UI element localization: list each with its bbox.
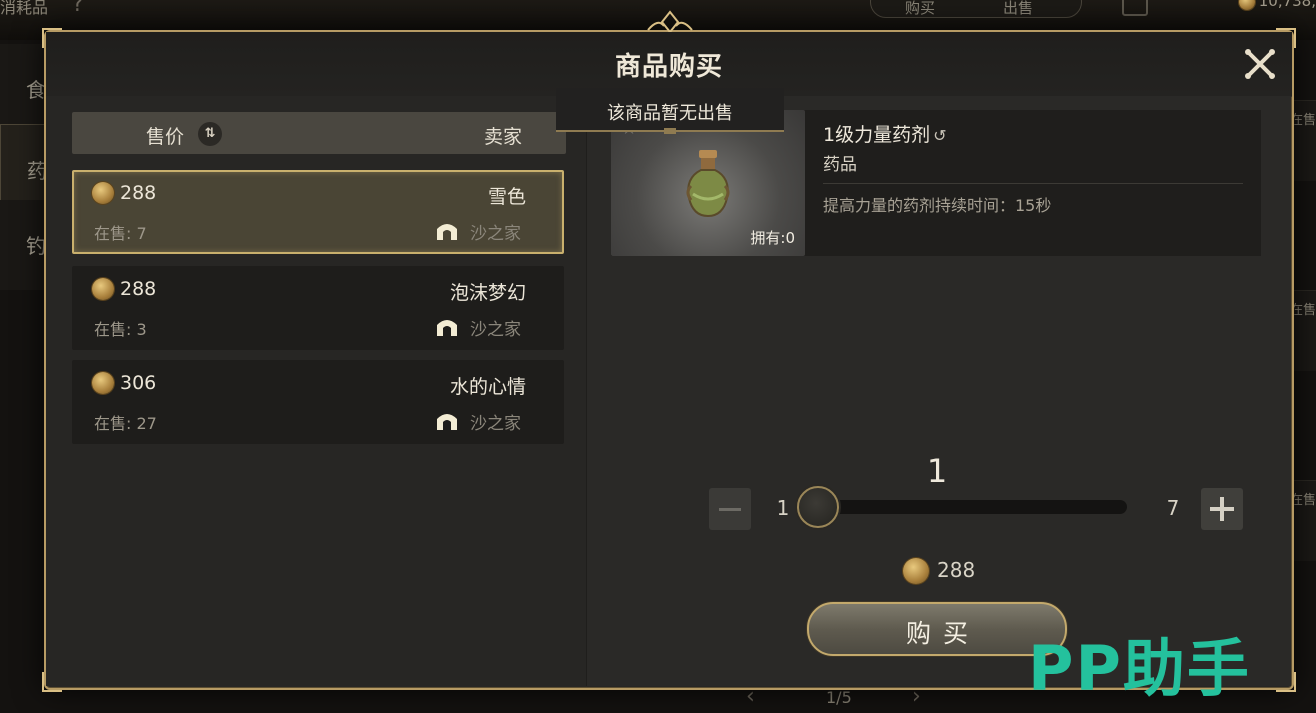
item-detail-panel: ★ 拥有:0 1级力量药剂↺ 药品 提高力量的药剂持续时间：15秒 1 1 7 bbox=[586, 96, 1291, 686]
item-description: 提高力量的药剂持续时间：15秒 bbox=[823, 196, 1052, 215]
listing-price: 288 bbox=[120, 182, 157, 204]
quantity-value: 1 bbox=[926, 452, 948, 490]
purchase-dialog: 商品购买 售价 ⇅ 卖家 288 雪色 在售: 7 沙之家 288 泡沫梦幻 在… bbox=[42, 10, 1296, 692]
total-price: 288 bbox=[937, 558, 976, 582]
item-name: 1级力量药剂 ↺ bbox=[823, 120, 947, 147]
increase-quantity-button[interactable] bbox=[1201, 488, 1243, 530]
buy-button-label: 购买 bbox=[905, 619, 980, 648]
wallet-amount: 10,738, bbox=[1258, 0, 1316, 10]
bind-icon: ↺ bbox=[933, 126, 947, 145]
tab-buy[interactable]: 购买 bbox=[905, 0, 935, 18]
category-food-label: 食 bbox=[26, 78, 46, 102]
decrease-quantity-button[interactable] bbox=[709, 488, 751, 530]
guild-house-icon bbox=[437, 414, 457, 430]
coin-icon bbox=[92, 372, 114, 394]
listing-guild: 沙之家 bbox=[470, 320, 521, 340]
coin-icon bbox=[903, 558, 929, 584]
help-icon[interactable]: ? bbox=[72, 0, 84, 17]
coin-icon bbox=[92, 278, 114, 300]
wallet-balance: 10,738, bbox=[1238, 0, 1316, 10]
quantity-min: 1 bbox=[776, 496, 790, 520]
listing-price: 288 bbox=[120, 278, 157, 300]
guild-house-icon bbox=[437, 224, 457, 240]
coin-icon bbox=[1238, 0, 1255, 10]
buy-sell-tabs: 购买 出售 bbox=[870, 0, 1082, 18]
listing-stock: 在售: 3 bbox=[94, 320, 147, 339]
item-name-text: 1级力量药剂 bbox=[823, 124, 931, 146]
slider-handle[interactable] bbox=[797, 486, 839, 528]
tab-sell[interactable]: 出售 bbox=[1003, 0, 1033, 18]
dialog-title: 商品购买 bbox=[614, 52, 723, 82]
listing-item[interactable]: 288 泡沫梦幻 在售: 3 沙之家 bbox=[72, 266, 564, 350]
listing-sort-header: 售价 ⇅ 卖家 bbox=[72, 112, 566, 154]
listing-guild: 沙之家 bbox=[470, 414, 521, 434]
listing-price: 306 bbox=[120, 372, 157, 394]
category-fishing[interactable]: 钓 bbox=[0, 200, 48, 290]
category-label: 消耗品 bbox=[0, 0, 49, 17]
close-icon[interactable] bbox=[1242, 46, 1278, 82]
no-stock-tooltip: 该商品暂无出售 bbox=[556, 88, 784, 134]
page-indicator: 1/5 bbox=[826, 688, 852, 707]
item-category: 药品 bbox=[823, 155, 857, 175]
category-fishing-label: 钓 bbox=[26, 234, 46, 258]
quantity-slider[interactable] bbox=[813, 500, 1127, 514]
coin-icon bbox=[92, 182, 114, 204]
watermark-logo: PP助手 bbox=[1028, 632, 1251, 705]
divider bbox=[823, 183, 1243, 184]
owned-count: 拥有:0 bbox=[750, 229, 795, 247]
potion-icon bbox=[686, 150, 730, 218]
listing-seller: 泡沫梦幻 bbox=[449, 282, 526, 304]
price-column-label: 售价 bbox=[146, 126, 185, 148]
guild-house-icon bbox=[437, 320, 457, 336]
listing-panel: 售价 ⇅ 卖家 288 雪色 在售: 7 沙之家 288 泡沫梦幻 在售: 3 … bbox=[46, 96, 586, 686]
listing-seller: 水的心情 bbox=[449, 376, 526, 398]
listing-item[interactable]: 288 雪色 在售: 7 沙之家 bbox=[72, 170, 564, 254]
tooltip-ornament bbox=[664, 128, 676, 134]
tooltip-text: 该商品暂无出售 bbox=[607, 103, 733, 124]
listing-seller: 雪色 bbox=[487, 186, 526, 208]
listing-stock: 在售: 27 bbox=[94, 414, 157, 433]
listing-stock: 在售: 7 bbox=[94, 224, 147, 243]
listing-item[interactable]: 306 水的心情 在售: 27 沙之家 bbox=[72, 360, 564, 444]
storage-icon[interactable] bbox=[1122, 0, 1148, 16]
seller-column-label: 卖家 bbox=[484, 126, 523, 148]
quantity-max: 7 bbox=[1166, 496, 1180, 520]
sort-icon[interactable]: ⇅ bbox=[198, 122, 222, 146]
category-food[interactable]: 食 bbox=[0, 44, 48, 134]
listing-guild: 沙之家 bbox=[470, 224, 521, 244]
